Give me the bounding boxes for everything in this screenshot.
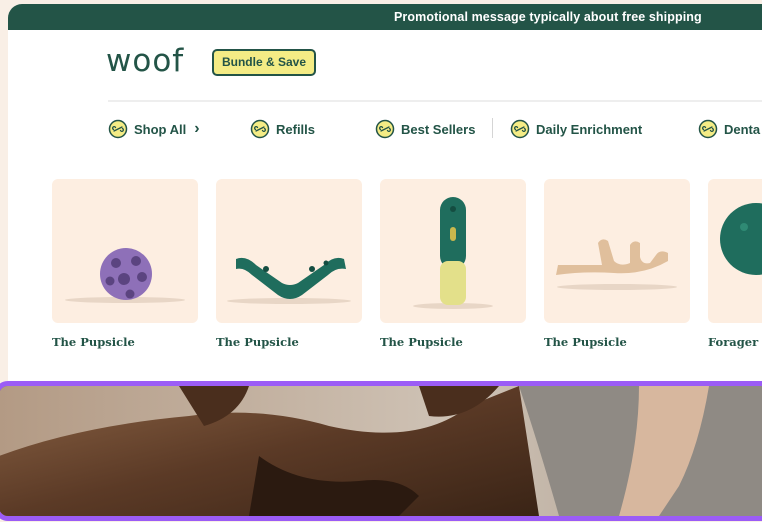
bone-icon	[250, 119, 270, 139]
promo-message: Promotional message typically about free…	[394, 10, 702, 24]
bone-icon	[108, 119, 128, 139]
product-image-green-ball[interactable]	[708, 179, 762, 323]
product-title[interactable]: Forager C	[708, 335, 762, 349]
product-card[interactable]: Forager C	[708, 179, 762, 349]
woof-logo[interactable]: woof	[106, 46, 184, 77]
promo-bar: Promotional message typically about free…	[8, 4, 762, 30]
product-card[interactable]: The Pupsicle	[544, 179, 690, 349]
product-image-treat-ball[interactable]	[52, 179, 198, 323]
bone-icon	[510, 119, 530, 139]
bone-icon	[375, 119, 395, 139]
product-image-chew-bone[interactable]	[216, 179, 362, 323]
nav-item-label: Daily Enrichment	[536, 121, 643, 137]
bone-icon	[698, 119, 718, 139]
nav-item-label: Best Sellers	[401, 121, 476, 137]
product-title[interactable]: The Pupsicle	[380, 335, 526, 349]
nav-item-label: Denta	[724, 121, 761, 137]
nav-item-best-sellers[interactable]: Best Sellers	[375, 117, 475, 141]
nav-item-refills[interactable]: Refills	[250, 117, 315, 141]
product-title[interactable]: The Pupsicle	[216, 335, 362, 349]
product-card[interactable]: The Pupsicle	[380, 179, 526, 349]
product-title[interactable]: The Pupsicle	[544, 335, 690, 349]
nav-item-daily-enrichment[interactable]: Daily Enrichment	[510, 117, 642, 141]
nav-item-label: Shop All	[134, 121, 187, 137]
product-title[interactable]: The Pupsicle	[52, 335, 198, 349]
chevron-right-icon: ›	[194, 120, 200, 137]
nav-separator	[492, 118, 493, 138]
nav-item-dental[interactable]: Denta	[698, 117, 760, 141]
product-image-antler-chew[interactable]	[544, 179, 690, 323]
product-image-treat-tube[interactable]	[380, 179, 526, 323]
header-divider	[108, 100, 762, 102]
hero-banner-image[interactable]	[0, 381, 762, 521]
product-card[interactable]: The Pupsicle	[52, 179, 198, 349]
nav-item-label: Refills	[276, 121, 316, 137]
bundle-save-button[interactable]: Bundle & Save	[212, 49, 316, 76]
product-card[interactable]: The Pupsicle	[216, 179, 362, 349]
nav-item-shop-all[interactable]: Shop All ›	[108, 117, 200, 141]
